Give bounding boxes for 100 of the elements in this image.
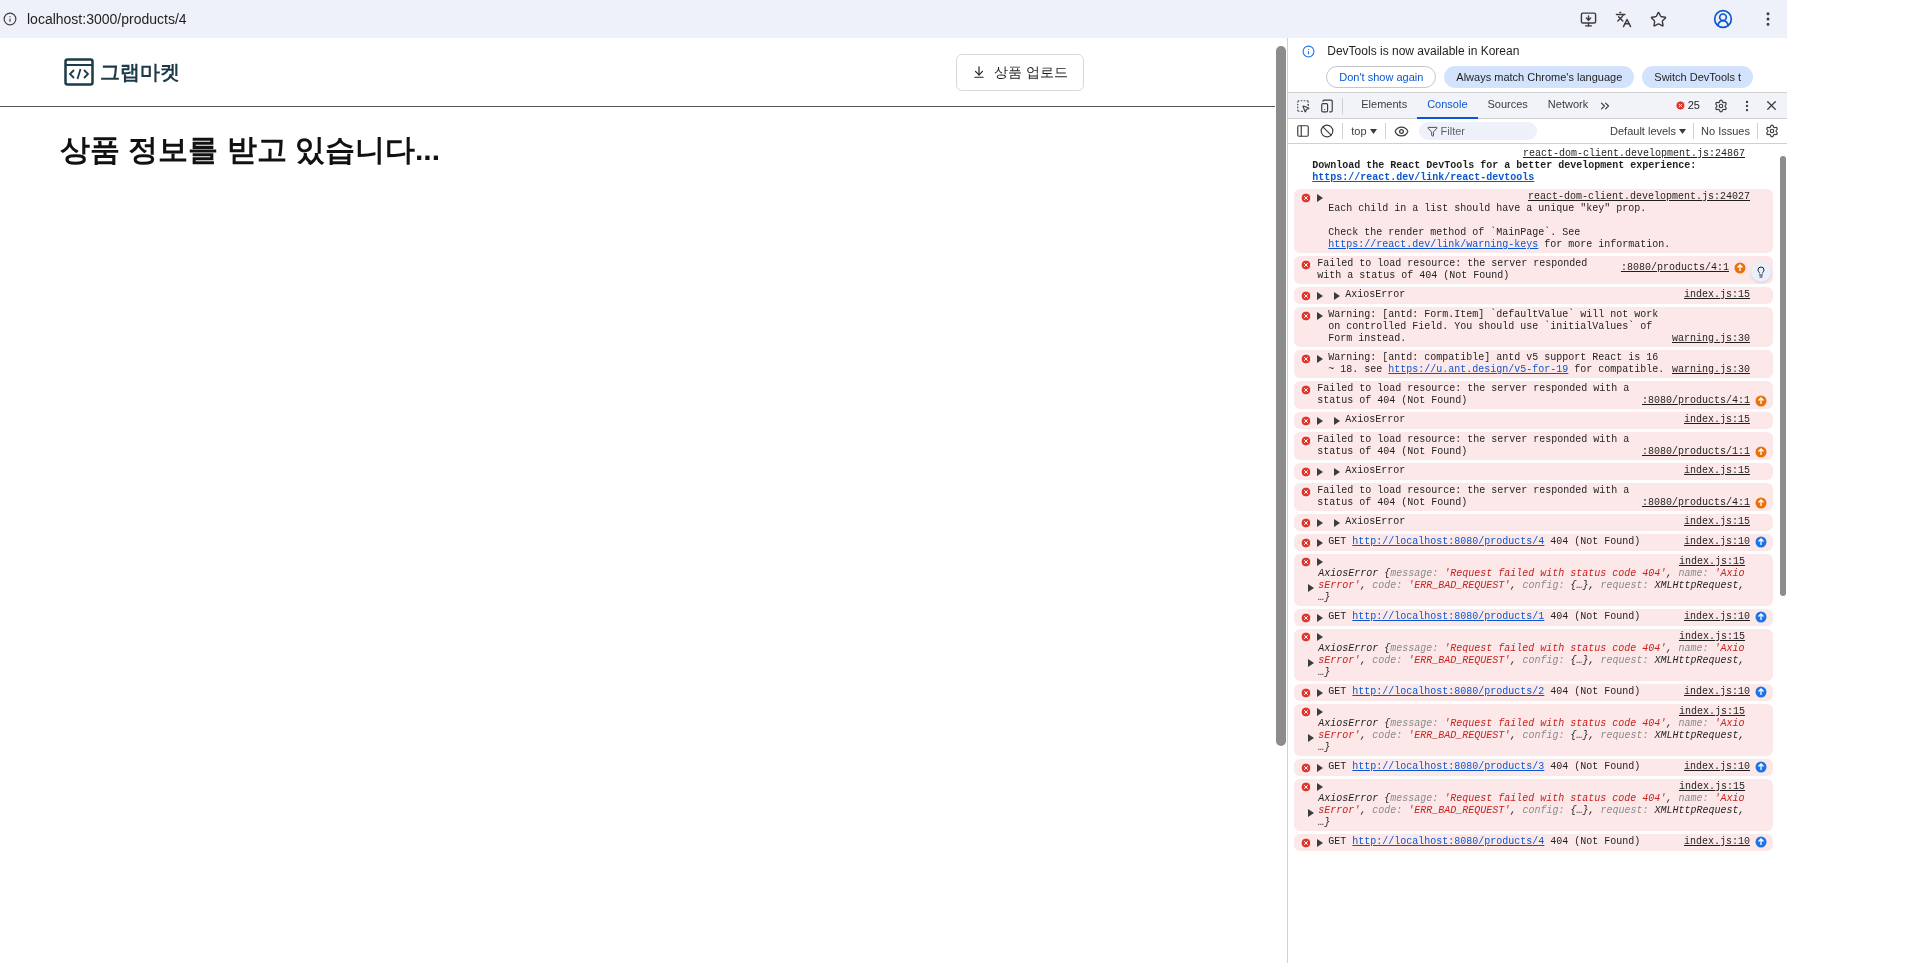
source-link[interactable]: index.js:15 — [1679, 706, 1745, 717]
source-link[interactable]: index.js:15 — [1679, 631, 1745, 642]
expand-arrow-icon[interactable] — [1334, 292, 1341, 300]
console-link[interactable]: https://react.dev/link/warning-keys — [1328, 239, 1539, 250]
source-link[interactable]: index.js:15 — [1679, 556, 1745, 567]
close-icon[interactable] — [1764, 98, 1779, 113]
url-text[interactable]: localhost:3000/products/4 — [27, 8, 1570, 30]
console-link[interactable]: https://u.ant.design/v5-for-19 — [1388, 364, 1569, 375]
source-link[interactable]: index.js:15 — [1679, 781, 1745, 792]
ai-insight-button[interactable] — [1751, 262, 1771, 282]
network-request-icon[interactable] — [1755, 446, 1767, 458]
console-object: AxiosError {message: 'Request failed with status code 404', name: 'AxiosError', code: 'ERR_BAD_REQUEST', config: {…}, request: XMLHttpRequest, …} — [1318, 793, 1746, 829]
source-link[interactable]: react-dom-client.development.js:24027 — [1527, 191, 1750, 203]
console-link[interactable]: http://localhost:8080/products/1 — [1352, 611, 1545, 622]
error-icon — [1300, 310, 1313, 322]
console-link[interactable]: https://react.dev/link/react-devtools — [1312, 172, 1535, 183]
source-link[interactable]: :8080/products/4:1 — [1620, 262, 1729, 274]
sidebar-toggle-icon[interactable] — [1296, 124, 1311, 138]
devtools-tab[interactable]: Network — [1537, 92, 1599, 119]
error-icon — [1300, 687, 1313, 699]
expand-arrow-icon[interactable] — [1317, 633, 1324, 641]
source-link[interactable]: warning.js:30 — [1672, 364, 1750, 376]
devtools-tab[interactable]: Elements — [1351, 92, 1418, 119]
address-bar[interactable]: localhost:3000/products/4 — [0, 0, 1787, 38]
device-toolbar-icon[interactable] — [1320, 98, 1335, 113]
expand-arrow-icon[interactable] — [1308, 659, 1315, 667]
settings-icon[interactable] — [1714, 98, 1728, 113]
source-link[interactable]: :8080/products/4:1 — [1641, 497, 1750, 509]
filter-field[interactable]: Filter — [1418, 122, 1537, 140]
expand-arrow-icon[interactable] — [1317, 689, 1324, 697]
scrollbar[interactable] — [1276, 46, 1287, 746]
logo-text[interactable]: 그랩마켓 — [100, 57, 180, 87]
source-link[interactable]: index.js:15 — [1684, 465, 1750, 477]
source-link[interactable]: index.js:10 — [1684, 761, 1750, 773]
expand-arrow-icon[interactable] — [1308, 584, 1315, 592]
upload-button[interactable]: 상품 업로드 — [956, 53, 1084, 91]
inspect-element-icon[interactable] — [1296, 98, 1311, 113]
error-icon — [1300, 415, 1313, 427]
source-link[interactable]: index.js:15 — [1684, 289, 1750, 301]
clear-console-icon[interactable] — [1320, 124, 1335, 138]
console-message: Failed to load resource: the server responded with a status of 404 (Not Found) — [1317, 258, 1589, 281]
devtools-tab[interactable]: Sources — [1477, 92, 1538, 119]
expand-arrow-icon[interactable] — [1308, 734, 1315, 742]
expand-arrow-icon[interactable] — [1317, 194, 1324, 202]
network-request-icon[interactable] — [1755, 611, 1767, 623]
source-link[interactable]: index.js:10 — [1684, 836, 1750, 848]
bookmark-star-icon[interactable] — [1650, 10, 1667, 28]
network-request-icon[interactable] — [1755, 395, 1767, 407]
issues-status[interactable]: No Issues — [1701, 122, 1750, 140]
console-message: GET http://localhost:8080/products/2 404 (Not Found) — [1328, 686, 1641, 697]
devtools-tab[interactable]: Console — [1417, 92, 1478, 119]
error-counter[interactable]: 25 — [1674, 97, 1700, 114]
console-link[interactable]: http://localhost:8080/products/4 — [1352, 836, 1545, 847]
expand-arrow-icon[interactable] — [1334, 468, 1341, 476]
expand-arrow-icon[interactable] — [1334, 519, 1341, 527]
expand-arrow-icon[interactable] — [1334, 417, 1341, 425]
source-link[interactable]: react-dom-client.development.js:24867 — [1522, 148, 1745, 160]
source-link[interactable]: index.js:10 — [1684, 611, 1750, 623]
network-request-icon[interactable] — [1755, 497, 1767, 509]
source-link[interactable]: :8080/products/4:1 — [1641, 395, 1750, 407]
log-levels-dropdown[interactable]: Default levels — [1610, 122, 1687, 140]
install-app-icon[interactable] — [1580, 10, 1597, 28]
network-request-icon[interactable] — [1755, 686, 1767, 698]
source-link[interactable]: warning.js:30 — [1672, 333, 1750, 345]
site-info-icon[interactable] — [3, 12, 17, 26]
translate-icon[interactable] — [1615, 10, 1632, 28]
console-link[interactable]: http://localhost:8080/products/4 — [1352, 536, 1545, 547]
network-request-icon[interactable] — [1755, 536, 1767, 548]
network-request-icon[interactable] — [1755, 761, 1767, 773]
source-link[interactable]: index.js:10 — [1684, 536, 1750, 548]
console-link[interactable]: http://localhost:8080/products/2 — [1352, 686, 1545, 697]
console-settings-icon[interactable] — [1765, 124, 1779, 138]
expand-arrow-icon[interactable] — [1317, 417, 1324, 425]
expand-arrow-icon[interactable] — [1317, 614, 1324, 622]
source-link[interactable]: index.js:15 — [1684, 516, 1750, 528]
expand-arrow-icon[interactable] — [1317, 764, 1324, 772]
expand-arrow-icon[interactable] — [1317, 708, 1324, 716]
infobar-button[interactable]: Switch DevTools t — [1642, 66, 1754, 88]
expand-arrow-icon[interactable] — [1317, 355, 1324, 363]
eye-icon[interactable] — [1393, 123, 1409, 139]
expand-arrow-icon[interactable] — [1317, 839, 1324, 847]
expand-arrow-icon[interactable] — [1317, 468, 1324, 476]
context-dropdown[interactable]: top — [1351, 122, 1377, 140]
expand-arrow-icon[interactable] — [1317, 292, 1324, 300]
source-link[interactable]: index.js:15 — [1684, 414, 1750, 426]
profile-icon[interactable] — [1713, 9, 1733, 29]
network-request-icon[interactable] — [1755, 836, 1767, 848]
expand-arrow-icon[interactable] — [1317, 519, 1324, 527]
console-scrollbar[interactable] — [1780, 156, 1786, 596]
source-link[interactable]: :8080/products/1:1 — [1641, 446, 1750, 458]
expand-arrow-icon[interactable] — [1308, 809, 1315, 817]
expand-arrow-icon[interactable] — [1317, 312, 1324, 320]
expand-arrow-icon[interactable] — [1317, 539, 1324, 547]
console-link[interactable]: http://localhost:8080/products/3 — [1352, 761, 1545, 772]
infobar-button[interactable]: Always match Chrome's language — [1444, 66, 1635, 88]
network-request-icon[interactable] — [1734, 262, 1746, 274]
console-message: AxiosError — [1345, 516, 1406, 527]
source-link[interactable]: index.js:10 — [1684, 686, 1750, 698]
expand-arrow-icon[interactable] — [1317, 783, 1324, 791]
expand-arrow-icon[interactable] — [1317, 558, 1324, 566]
